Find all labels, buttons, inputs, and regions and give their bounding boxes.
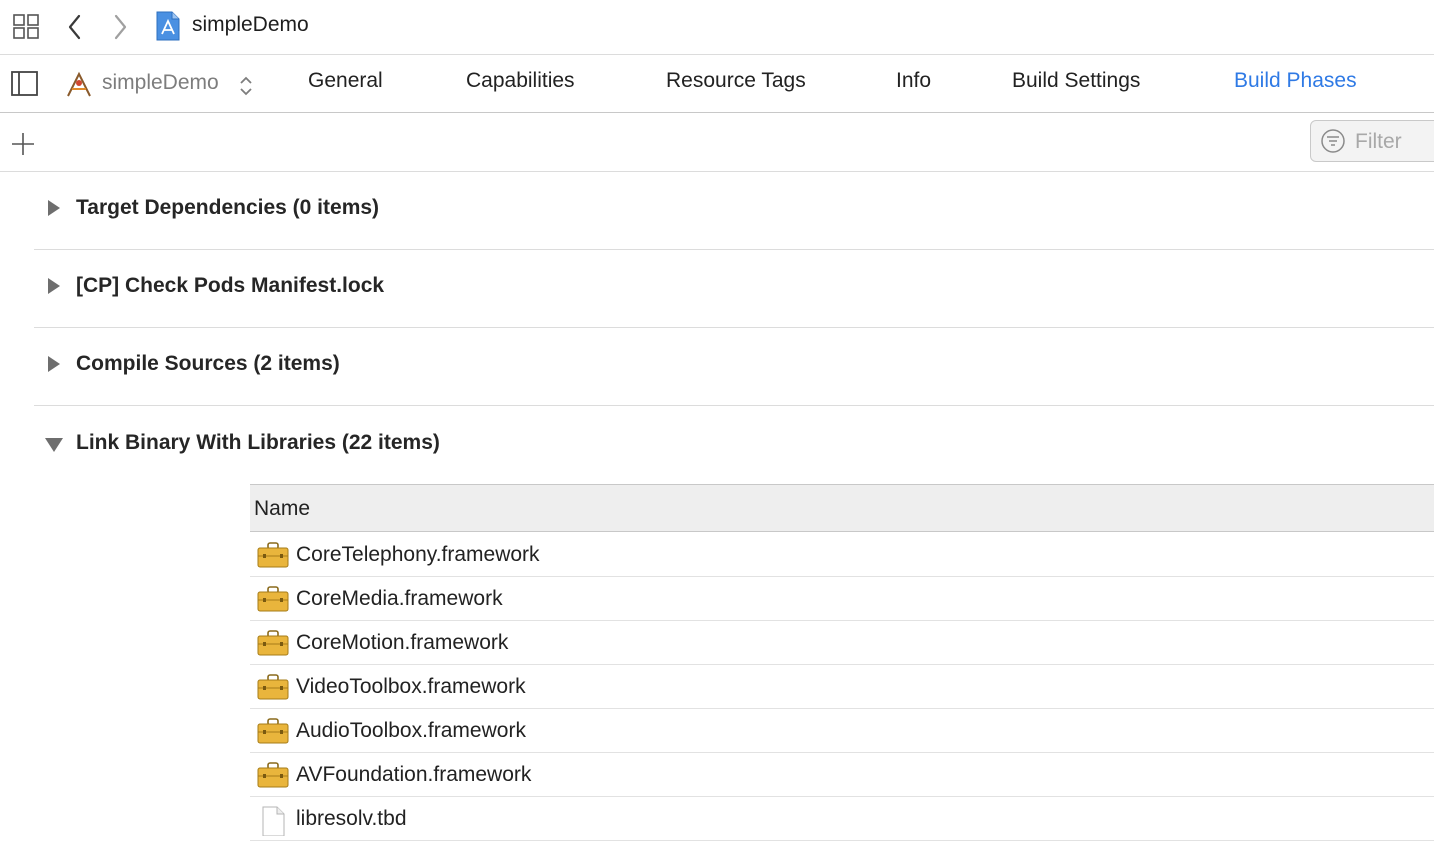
disclosure-collapsed-icon[interactable] <box>46 277 62 295</box>
filter-field[interactable] <box>1310 120 1434 162</box>
phase-link-binary-with-libraries[interactable]: Link Binary With Libraries (22 items) <box>34 406 1434 484</box>
table-row[interactable]: libresolv.tbd <box>250 797 1434 841</box>
tab-build-settings[interactable]: Build Settings <box>1012 69 1140 93</box>
target-selector[interactable]: simpleDemo <box>102 71 219 95</box>
library-name: CoreMedia.framework <box>296 587 503 610</box>
phase-compile-sources[interactable]: Compile Sources (2 items) <box>34 327 1434 406</box>
library-name: AVFoundation.framework <box>296 763 532 786</box>
editor-tab-bar: simpleDemo General Capabilities Resource… <box>0 55 1434 113</box>
framework-icon <box>257 762 289 788</box>
table-row[interactable]: CoreMotion.framework <box>250 621 1434 665</box>
sidebar-toggle-icon[interactable] <box>10 70 40 98</box>
framework-icon <box>257 718 289 744</box>
window-toolbar: simpleDemo <box>0 0 1434 55</box>
window-title: simpleDemo <box>192 13 309 36</box>
tab-resource-tags[interactable]: Resource Tags <box>666 69 806 93</box>
table-row[interactable]: AudioToolbox.framework <box>250 709 1434 753</box>
table-row[interactable]: CoreMedia.framework <box>250 577 1434 621</box>
framework-icon <box>257 586 289 612</box>
document-icon <box>262 806 285 836</box>
phase-target-dependencies[interactable]: Target Dependencies (0 items) <box>34 171 1434 250</box>
app-target-icon <box>67 71 91 97</box>
filter-input[interactable] <box>1353 127 1434 157</box>
library-name: AudioToolbox.framework <box>296 719 526 742</box>
table-header[interactable]: Name <box>250 484 1434 532</box>
library-name: libresolv.tbd <box>296 807 407 830</box>
phase-title: Compile Sources (2 items) <box>76 352 340 375</box>
library-name: CoreTelephony.framework <box>296 543 540 566</box>
disclosure-collapsed-icon[interactable] <box>46 355 62 373</box>
table-row[interactable]: CoreTelephony.framework <box>250 533 1434 577</box>
tab-build-phases[interactable]: Build Phases <box>1234 69 1357 93</box>
framework-icon <box>257 630 289 656</box>
related-items-grid-icon[interactable] <box>12 13 42 41</box>
library-name: CoreMotion.framework <box>296 631 509 654</box>
filter-icon <box>1321 129 1345 153</box>
library-name: VideoToolbox.framework <box>296 675 526 698</box>
framework-icon <box>257 674 289 700</box>
chevron-updown-icon[interactable] <box>238 75 254 97</box>
libraries-table: Name CoreTelephony.framework CoreMedia.f… <box>250 484 1434 841</box>
back-chevron-icon[interactable] <box>64 12 86 42</box>
phase-check-pods-manifest[interactable]: [CP] Check Pods Manifest.lock <box>34 249 1434 328</box>
tab-capabilities[interactable]: Capabilities <box>466 69 575 93</box>
add-phase-icon[interactable] <box>10 131 36 157</box>
phase-title: Target Dependencies (0 items) <box>76 196 380 219</box>
build-phases-toolbar <box>0 113 1434 172</box>
tab-general[interactable]: General <box>308 69 383 93</box>
table-row[interactable]: VideoToolbox.framework <box>250 665 1434 709</box>
column-header-name[interactable]: Name <box>254 497 310 521</box>
disclosure-expanded-icon[interactable] <box>44 437 64 453</box>
project-file-icon <box>156 11 180 41</box>
phase-title: Link Binary With Libraries (22 items) <box>76 431 440 454</box>
table-row[interactable]: AVFoundation.framework <box>250 753 1434 797</box>
phase-title: [CP] Check Pods Manifest.lock <box>76 274 385 297</box>
framework-icon <box>257 542 289 568</box>
tab-info[interactable]: Info <box>896 69 931 93</box>
forward-chevron-icon[interactable] <box>109 12 131 42</box>
disclosure-collapsed-icon[interactable] <box>46 199 62 217</box>
